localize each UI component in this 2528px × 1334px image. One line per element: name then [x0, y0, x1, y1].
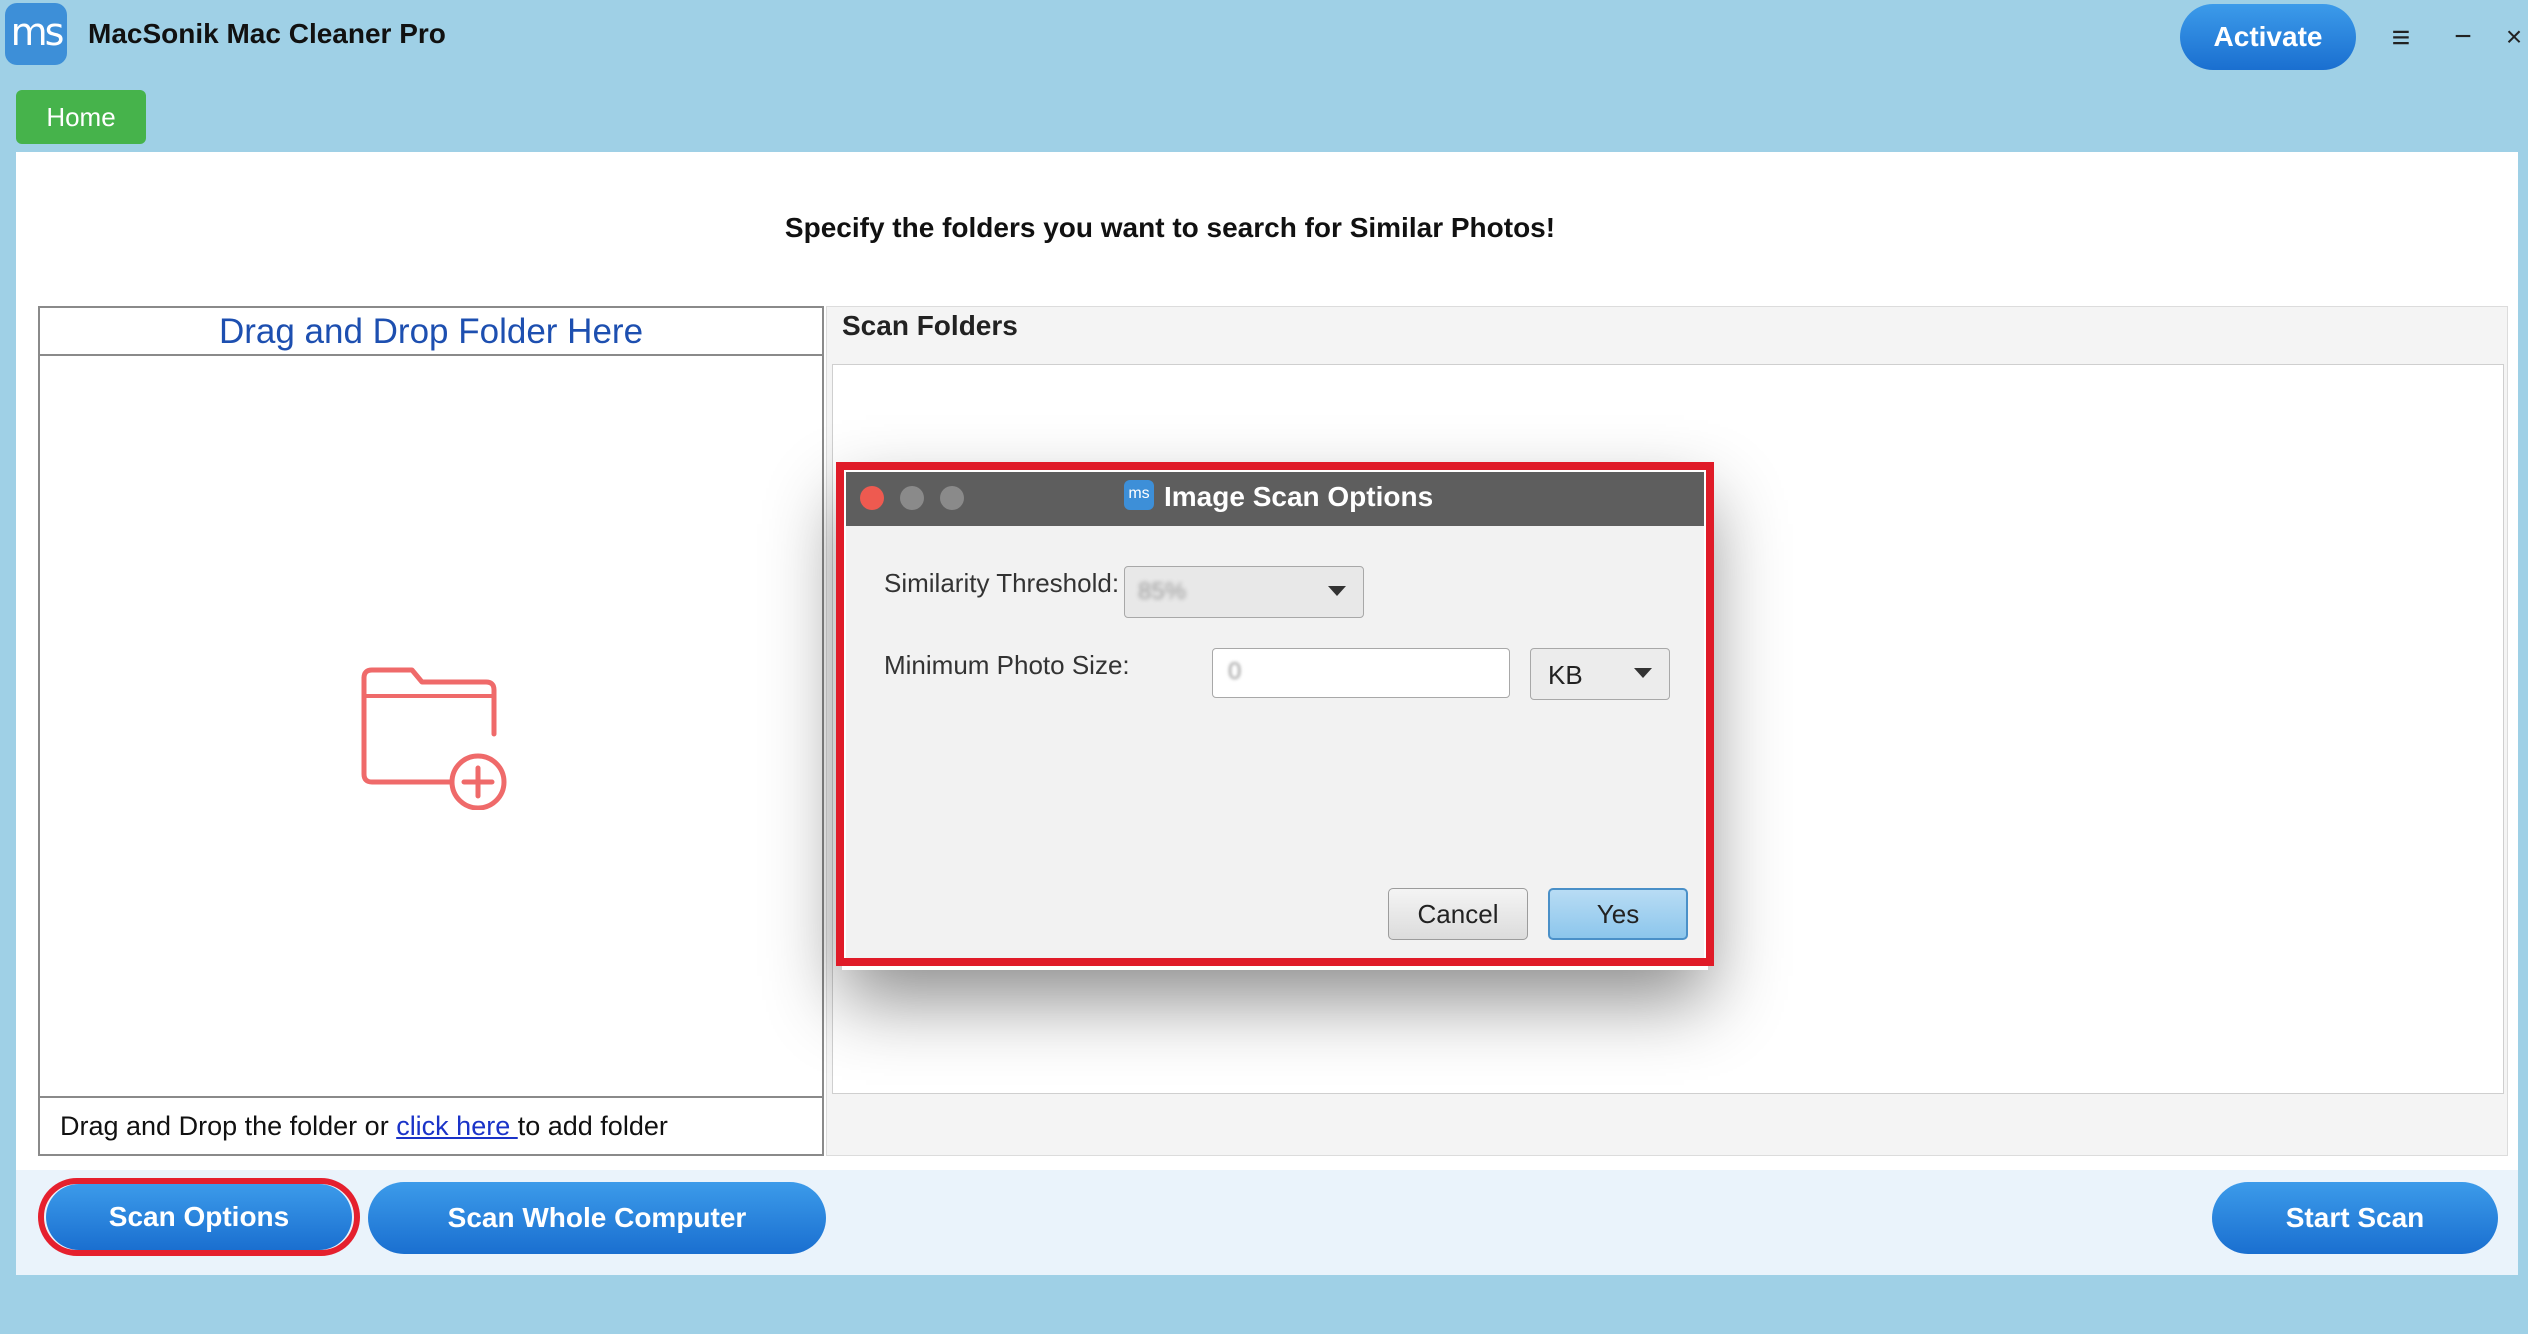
footer-prefix-text: Drag and Drop the folder or — [60, 1111, 397, 1141]
similarity-threshold-value: 85% — [1138, 578, 1187, 605]
start-scan-button[interactable]: Start Scan — [2212, 1182, 2498, 1254]
image-scan-options-dialog — [846, 472, 1704, 958]
scan-options-button[interactable]: Scan Options — [46, 1184, 352, 1250]
dialog-title: Image Scan Options — [1164, 481, 1434, 512]
drop-zone-footer: Drag and Drop the folder or click here t… — [40, 1096, 822, 1154]
menu-icon[interactable]: ≡ — [2384, 20, 2418, 54]
close-icon[interactable]: × — [2500, 20, 2528, 54]
dialog-maximize-button[interactable] — [940, 486, 964, 510]
footer-suffix-text: to add folder — [517, 1111, 668, 1141]
cancel-button[interactable]: Cancel — [1388, 888, 1528, 940]
dialog-logo-icon: ms — [1124, 480, 1154, 510]
app-logo: ms — [5, 3, 67, 65]
chevron-down-icon — [1328, 586, 1346, 596]
scan-whole-computer-button[interactable]: Scan Whole Computer — [368, 1182, 826, 1254]
minimum-photo-size-value: 0 — [1228, 658, 1242, 685]
add-folder-icon[interactable] — [356, 660, 516, 811]
page-heading: Specify the folders you want to search f… — [784, 212, 1556, 243]
minimize-icon[interactable]: − — [2446, 20, 2480, 54]
dialog-minimize-button[interactable] — [900, 486, 924, 510]
yes-button[interactable]: Yes — [1548, 888, 1688, 940]
dialog-close-button[interactable] — [860, 486, 884, 510]
similarity-threshold-label: Similarity Threshold: — [884, 568, 1120, 598]
chevron-down-icon — [1634, 668, 1652, 678]
minimum-photo-size-label: Minimum Photo Size: — [884, 650, 1130, 680]
home-button[interactable]: Home — [16, 90, 146, 144]
minimum-photo-size-input[interactable] — [1212, 648, 1510, 698]
activate-button[interactable]: Activate — [2180, 4, 2356, 70]
size-unit-value: KB — [1548, 660, 1583, 690]
app-title: MacSonik Mac Cleaner Pro — [88, 18, 446, 49]
scan-folders-title: Scan Folders — [842, 310, 1018, 341]
click-here-link[interactable]: click here — [396, 1111, 518, 1141]
drop-zone-header: Drag and Drop Folder Here — [40, 308, 822, 356]
